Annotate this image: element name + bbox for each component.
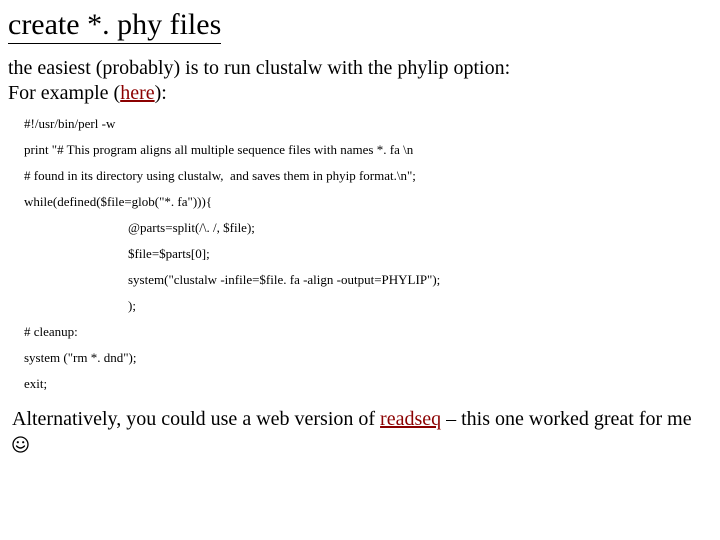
code-line-10: system ("rm *. dnd"); (24, 350, 712, 366)
code-line-11: exit; (24, 376, 712, 392)
code-line-5: @parts=split(/\. /, $file); (128, 220, 712, 236)
code-line-8: ); (128, 298, 712, 314)
page-title: create *. phy files (8, 8, 221, 44)
intro-line2-suffix: ): (155, 82, 167, 104)
code-line-1: #!/usr/bin/perl -w (24, 116, 712, 132)
readseq-link[interactable]: readseq (380, 408, 441, 430)
code-line-4: while(defined($file=glob("*. fa"))){ (24, 194, 712, 210)
closing-part1: Alternatively, you could use a web versi… (12, 408, 380, 430)
code-line-9: # cleanup: (24, 324, 712, 340)
code-line-2: print "# This program aligns all multipl… (24, 142, 712, 158)
smiley-icon (12, 434, 29, 460)
intro-text: the easiest (probably) is to run clustal… (8, 56, 712, 106)
here-link[interactable]: here (120, 82, 154, 104)
code-line-3: # found in its directory using clustalw,… (24, 168, 712, 184)
closing-part2: – this one worked great for me (441, 408, 691, 430)
code-line-6: $file=$parts[0]; (128, 246, 712, 262)
intro-line1: the easiest (probably) is to run clustal… (8, 57, 510, 79)
code-line-7: system("clustalw -infile=$file. fa -alig… (128, 272, 712, 288)
closing-text: Alternatively, you could use a web versi… (12, 406, 708, 460)
intro-line2-prefix: For example ( (8, 82, 120, 104)
